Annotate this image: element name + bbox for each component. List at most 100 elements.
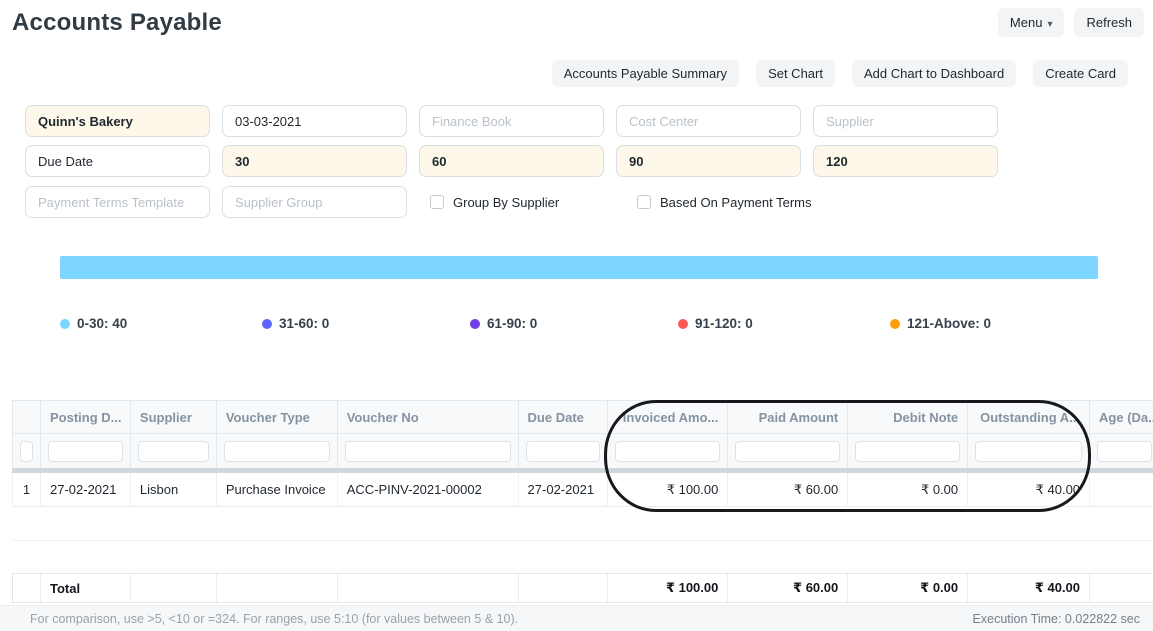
- cell-outstanding-amount[interactable]: ₹ 40.00: [968, 473, 1090, 506]
- empty-row: [12, 507, 1153, 541]
- filter-cell-voucher-no: [338, 434, 519, 468]
- filter-cell-age: [1090, 434, 1153, 468]
- legend-item-31-60: 31-60: 0: [262, 316, 329, 331]
- page-actions: Menu ▾ Refresh: [998, 8, 1144, 37]
- col-header-supplier[interactable]: Supplier: [131, 401, 217, 433]
- based-on-payment-terms-checkbox[interactable]: Based On Payment Terms: [637, 195, 812, 210]
- cell-paid-amount[interactable]: ₹ 60.00: [728, 473, 848, 506]
- legend-label: 91-120: 0: [695, 316, 753, 331]
- column-filter-input-voucher-type[interactable]: [224, 441, 330, 462]
- column-filter-input-debit-note[interactable]: [855, 441, 960, 462]
- ageing-based-on-select[interactable]: [25, 145, 210, 177]
- column-filter-input-age[interactable]: [1097, 441, 1152, 462]
- column-filter-input-outstanding-amount[interactable]: [975, 441, 1082, 462]
- group-by-supplier-checkbox[interactable]: Group By Supplier: [430, 195, 625, 210]
- checkbox-icon[interactable]: [430, 195, 444, 209]
- group-by-supplier-label: Group By Supplier: [453, 195, 559, 210]
- cell-voucher-no[interactable]: ACC-PINV-2021-00002: [338, 473, 519, 506]
- accounts-payable-report-page: Accounts Payable Menu ▾ Refresh Accounts …: [0, 0, 1153, 631]
- total-voucher-no-cell: [338, 574, 519, 602]
- col-header-voucher-no[interactable]: Voucher No: [338, 401, 519, 433]
- filter-cell-voucher-type: [217, 434, 338, 468]
- total-outstanding-amount: ₹ 40.00: [968, 574, 1090, 602]
- page-title: Accounts Payable: [12, 9, 222, 37]
- supplier-input[interactable]: [813, 105, 998, 137]
- cell-due-date[interactable]: 27-02-2021: [519, 473, 609, 506]
- set-chart-button[interactable]: Set Chart: [756, 60, 835, 87]
- total-label: Total: [41, 574, 131, 602]
- table-spacer: [12, 541, 1153, 573]
- cell-posting-date[interactable]: 27-02-2021: [41, 473, 131, 506]
- legend-item-121-above: 121-Above: 0: [890, 316, 991, 331]
- column-filter-input-invoiced-amount[interactable]: [615, 441, 720, 462]
- based-on-payment-terms-label: Based On Payment Terms: [660, 195, 812, 210]
- col-header-outstanding-amount[interactable]: Outstanding A...: [968, 401, 1090, 433]
- col-header-posting-date[interactable]: Posting D...: [41, 401, 131, 433]
- filter-cell-debit-note: [848, 434, 968, 468]
- col-header-age[interactable]: Age (Da...: [1090, 401, 1153, 433]
- filter-row-1: [25, 105, 998, 137]
- legend-dot-icon: [262, 319, 272, 329]
- filter-cell-paid-amount: [728, 434, 848, 468]
- ageing-range-1-input[interactable]: [222, 145, 407, 177]
- report-footer: For comparison, use >5, <10 or =324. For…: [0, 605, 1153, 631]
- total-paid-amount: ₹ 60.00: [728, 574, 848, 602]
- ageing-range-4-input[interactable]: [813, 145, 998, 177]
- ageing-range-3-input[interactable]: [616, 145, 801, 177]
- col-header-due-date[interactable]: Due Date: [519, 401, 609, 433]
- filter-row-2: [25, 145, 998, 177]
- menu-button-label: Menu: [1010, 15, 1043, 30]
- refresh-button[interactable]: Refresh: [1074, 8, 1144, 37]
- legend-label: 0-30: 40: [77, 316, 127, 331]
- cell-age[interactable]: [1090, 473, 1153, 506]
- filter-cell-invoiced-amount: [608, 434, 728, 468]
- col-header-invoiced-amount[interactable]: Invoiced Amo...: [608, 401, 728, 433]
- column-filter-input-supplier[interactable]: [138, 441, 209, 462]
- report-date-input[interactable]: [222, 105, 407, 137]
- column-filter-input-paid-amount[interactable]: [735, 441, 840, 462]
- cost-center-input[interactable]: [616, 105, 801, 137]
- cell-row-index: 1: [13, 473, 41, 506]
- ageing-range-2-input[interactable]: [419, 145, 604, 177]
- legend-label: 61-90: 0: [487, 316, 537, 331]
- page-header: Accounts Payable Menu ▾ Refresh: [0, 0, 1153, 45]
- execution-time: Execution Time: 0.022822 sec: [973, 612, 1140, 626]
- chevron-down-icon: ▾: [1047, 19, 1052, 30]
- total-due-date-cell: [519, 574, 609, 602]
- cell-invoiced-amount[interactable]: ₹ 100.00: [608, 473, 728, 506]
- col-header-debit-note[interactable]: Debit Note: [848, 401, 968, 433]
- legend-dot-icon: [890, 319, 900, 329]
- legend-item-61-90: 61-90: 0: [470, 316, 537, 331]
- cell-debit-note[interactable]: ₹ 0.00: [848, 473, 968, 506]
- company-filter-input[interactable]: [25, 105, 210, 137]
- column-filter-input-voucher-no[interactable]: [345, 441, 511, 462]
- supplier-group-input[interactable]: [222, 186, 407, 218]
- col-header-voucher-type[interactable]: Voucher Type: [217, 401, 338, 433]
- legend-dot-icon: [60, 319, 70, 329]
- filter-cell-posting-date: [41, 434, 131, 468]
- create-card-button[interactable]: Create Card: [1033, 60, 1128, 87]
- cell-supplier[interactable]: Lisbon: [131, 473, 217, 506]
- accounts-payable-summary-button[interactable]: Accounts Payable Summary: [552, 60, 739, 87]
- cell-voucher-type[interactable]: Purchase Invoice: [217, 473, 338, 506]
- report-toolbar: Accounts Payable Summary Set Chart Add C…: [552, 60, 1128, 87]
- column-filter-input-index[interactable]: [20, 441, 33, 462]
- column-filter-input-posting-date[interactable]: [48, 441, 123, 462]
- filter-hint-text: For comparison, use >5, <10 or =324. For…: [30, 612, 518, 626]
- total-invoiced-amount: ₹ 100.00: [608, 574, 728, 602]
- col-header-index[interactable]: [13, 401, 41, 433]
- column-filter-input-due-date[interactable]: [526, 441, 601, 462]
- total-index-cell: [13, 574, 41, 602]
- menu-button[interactable]: Menu ▾: [998, 8, 1065, 37]
- add-chart-to-dashboard-button[interactable]: Add Chart to Dashboard: [852, 60, 1016, 87]
- checkbox-icon[interactable]: [637, 195, 651, 209]
- table-filter-row: [12, 434, 1153, 468]
- payment-terms-template-input[interactable]: [25, 186, 210, 218]
- filter-cell-outstanding-amount: [968, 434, 1090, 468]
- ageing-chart-bar-0-30[interactable]: [60, 256, 1098, 279]
- table-row: 1 27-02-2021 Lisbon Purchase Invoice ACC…: [12, 473, 1153, 507]
- legend-dot-icon: [470, 319, 480, 329]
- finance-book-input[interactable]: [419, 105, 604, 137]
- legend-item-0-30: 0-30: 40: [60, 316, 127, 331]
- col-header-paid-amount[interactable]: Paid Amount: [728, 401, 848, 433]
